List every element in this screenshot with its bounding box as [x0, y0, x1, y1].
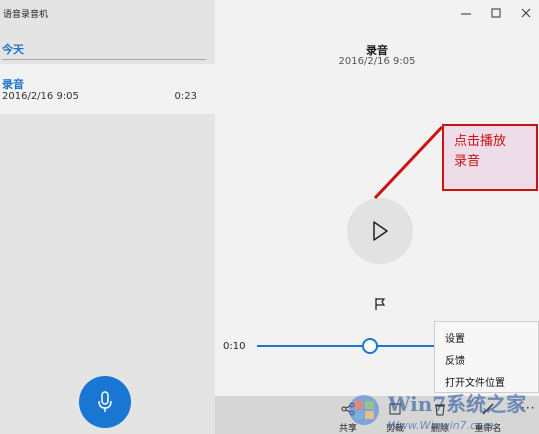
- maximize-icon[interactable]: [489, 6, 503, 20]
- trim-label: 剪裁: [385, 424, 404, 434]
- more-button[interactable]: ···: [521, 401, 535, 415]
- group-divider: [2, 59, 206, 60]
- recording-duration: 0:23: [174, 91, 197, 102]
- flag-icon[interactable]: [373, 297, 387, 311]
- player-date: 2016/2/16 9:05: [338, 56, 416, 67]
- annotation-line-1: 点击播放: [454, 134, 507, 149]
- app-title: 语音录音机: [3, 10, 49, 20]
- rename-label: 重命名: [474, 424, 502, 434]
- record-button[interactable]: [79, 376, 131, 428]
- menu-item-feedback[interactable]: 反馈: [445, 352, 465, 367]
- annotation-callout: 点击播放 录音: [442, 124, 538, 191]
- trash-icon: [435, 404, 445, 416]
- group-header-today: 今天: [2, 43, 24, 56]
- close-icon[interactable]: [519, 6, 533, 20]
- share-icon: [341, 402, 355, 416]
- delete-label: 删除: [430, 424, 449, 434]
- play-icon: [373, 221, 388, 241]
- pencil-icon: [482, 403, 494, 415]
- recording-list-item[interactable]: 录音 2016/2/16 9:05 0:23: [0, 64, 215, 114]
- annotation-line-2: 录音: [454, 154, 481, 169]
- seek-track[interactable]: [257, 345, 437, 347]
- play-button[interactable]: [347, 198, 413, 264]
- current-time: 0:10: [223, 341, 246, 352]
- context-menu: 设置 反馈 打开文件位置: [434, 321, 539, 393]
- menu-item-settings[interactable]: 设置: [445, 330, 465, 345]
- share-button[interactable]: 共享: [333, 400, 363, 434]
- minimize-icon[interactable]: [460, 6, 472, 20]
- recording-date: 2016/2/16 9:05: [2, 91, 79, 102]
- share-label: 共享: [338, 424, 357, 434]
- trim-button[interactable]: 剪裁: [380, 400, 410, 434]
- rename-button[interactable]: 重命名: [473, 400, 503, 434]
- trim-icon: [389, 403, 401, 415]
- delete-button[interactable]: 删除: [425, 400, 455, 434]
- seek-thumb[interactable]: [362, 338, 378, 354]
- recordings-pane: 语音录音机 今天 录音 2016/2/16 9:05 0:23: [0, 0, 215, 434]
- menu-item-open-file-location[interactable]: 打开文件位置: [445, 374, 505, 389]
- recording-name: 录音: [2, 78, 24, 91]
- microphone-icon: [98, 391, 112, 412]
